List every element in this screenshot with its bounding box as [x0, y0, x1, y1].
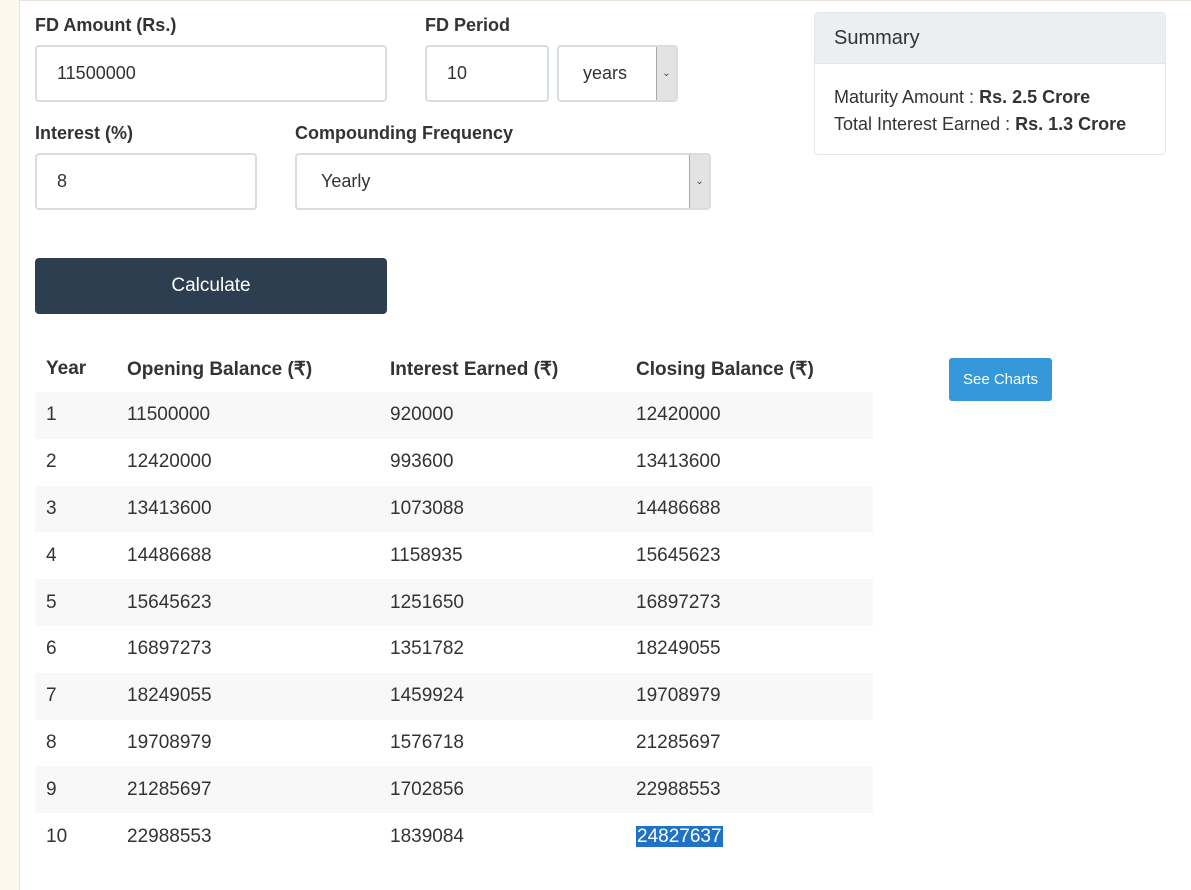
- fd-amount-value: 11500000: [57, 63, 136, 83]
- selected-text: 24827637: [636, 825, 723, 847]
- cell-interest: 1158935: [390, 544, 463, 566]
- frequency-value: Yearly: [321, 171, 371, 191]
- fd-period-value: 10: [447, 63, 468, 83]
- cell-opening: 18249055: [127, 685, 212, 707]
- maturity-value: Rs. 2.5 Crore: [979, 87, 1091, 107]
- fd-amount-label: FD Amount (Rs.): [35, 15, 177, 35]
- interest-label: Interest (%): [35, 123, 134, 143]
- cell-closing: 19708979: [636, 685, 721, 707]
- cell-year: 10: [46, 825, 68, 847]
- maturity-line: Maturity Amount : Rs. 2.5 Crore: [834, 84, 1146, 111]
- cell-year: 8: [46, 731, 57, 753]
- table-row: 6 16897273 1351782 18249055: [35, 626, 873, 673]
- chevron-down-icon[interactable]: ⌄: [656, 47, 676, 100]
- cell-interest: 1576718: [390, 731, 464, 753]
- table-row: 1 11500000 920000 12420000: [35, 392, 873, 439]
- header-interest-earned: Interest Earned (₹): [390, 358, 559, 380]
- cell-closing: 22988553: [636, 778, 721, 800]
- cell-year: 6: [46, 638, 57, 660]
- table-row: 5 15645623 1251650 16897273: [35, 579, 873, 626]
- cell-opening: 11500000: [127, 404, 211, 426]
- cell-interest: 993600: [390, 451, 454, 473]
- cell-opening: 12420000: [127, 451, 212, 473]
- cell-year: 9: [46, 778, 57, 800]
- cell-year: 5: [46, 591, 57, 613]
- cell-year: 4: [46, 544, 57, 566]
- cell-interest: 1702856: [390, 778, 464, 800]
- cell-closing: 12420000: [636, 404, 721, 426]
- period-unit-select[interactable]: years ⌄: [557, 45, 678, 102]
- cell-year: 3: [46, 497, 57, 519]
- chevron-down-icon[interactable]: ⌄: [689, 155, 709, 208]
- table-row: 7 18249055 1459924 19708979: [35, 672, 873, 720]
- cell-closing: 16897273: [636, 591, 721, 613]
- cell-interest: 1351782: [390, 638, 464, 660]
- header-closing-balance: Closing Balance (₹): [636, 358, 814, 380]
- cell-opening: 13413600: [127, 497, 212, 519]
- table-row: 10 22988553 1839084 24827637: [35, 813, 873, 860]
- table-row: 2 12420000 993600 13413600: [35, 439, 873, 486]
- table-row: 8 19708979 1576718 21285697: [35, 720, 873, 767]
- cell-opening: 16897273: [127, 638, 212, 660]
- cell-interest: 920000: [390, 404, 454, 426]
- see-charts-button[interactable]: See Charts: [949, 358, 1052, 401]
- interest-input[interactable]: 8: [35, 153, 257, 210]
- header-opening-balance: Opening Balance (₹): [127, 358, 313, 380]
- interest-value: 8: [57, 171, 68, 191]
- cell-closing: 18249055: [636, 638, 721, 660]
- cell-opening: 15645623: [127, 591, 212, 613]
- cell-closing: 13413600: [636, 451, 721, 473]
- period-unit-value: years: [583, 63, 628, 83]
- cell-interest: 1459924: [390, 685, 464, 707]
- header-year: Year: [46, 358, 87, 379]
- table-row: 3 13413600 1073088 14486688: [35, 485, 873, 533]
- frequency-label: Compounding Frequency: [295, 123, 513, 143]
- summary-card: Summary Maturity Amount : Rs. 2.5 Crore …: [814, 12, 1166, 155]
- cell-closing: 15645623: [636, 544, 721, 566]
- cell-closing: 14486688: [636, 497, 721, 519]
- summary-title: Summary: [815, 13, 1165, 64]
- cell-interest: 1839084: [390, 825, 464, 847]
- cell-year: 2: [46, 451, 57, 473]
- cell-interest: 1073088: [390, 497, 464, 519]
- table-header-row: Year Opening Balance (₹) Interest Earned…: [35, 346, 873, 392]
- cell-opening: 19708979: [127, 731, 212, 753]
- fd-period-input[interactable]: 10: [425, 45, 549, 102]
- interest-table: Year Opening Balance (₹) Interest Earned…: [35, 346, 873, 860]
- table-row: 9 21285697 1702856 22988553: [35, 766, 873, 814]
- interest-earned-value: Rs. 1.3 Crore: [1015, 114, 1127, 134]
- cell-year: 7: [46, 685, 57, 707]
- cell-closing: 24827637: [625, 813, 873, 860]
- fd-period-label: FD Period: [425, 15, 511, 35]
- cell-opening: 14486688: [127, 544, 212, 566]
- cell-closing: 21285697: [636, 731, 721, 753]
- cell-opening: 21285697: [127, 778, 212, 800]
- cell-opening: 22988553: [127, 825, 212, 847]
- fd-amount-input[interactable]: 11500000: [35, 45, 387, 102]
- table-row: 4 14486688 1158935 15645623: [35, 532, 873, 579]
- frequency-select[interactable]: Yearly ⌄: [295, 153, 711, 210]
- cell-year: 1: [46, 404, 57, 426]
- maturity-label: Maturity Amount :: [834, 87, 975, 107]
- calculate-button[interactable]: Calculate: [35, 258, 387, 314]
- cell-interest: 1251650: [390, 591, 464, 613]
- interest-earned-line: Total Interest Earned : Rs. 1.3 Crore: [834, 111, 1146, 138]
- interest-earned-label: Total Interest Earned :: [834, 114, 1011, 134]
